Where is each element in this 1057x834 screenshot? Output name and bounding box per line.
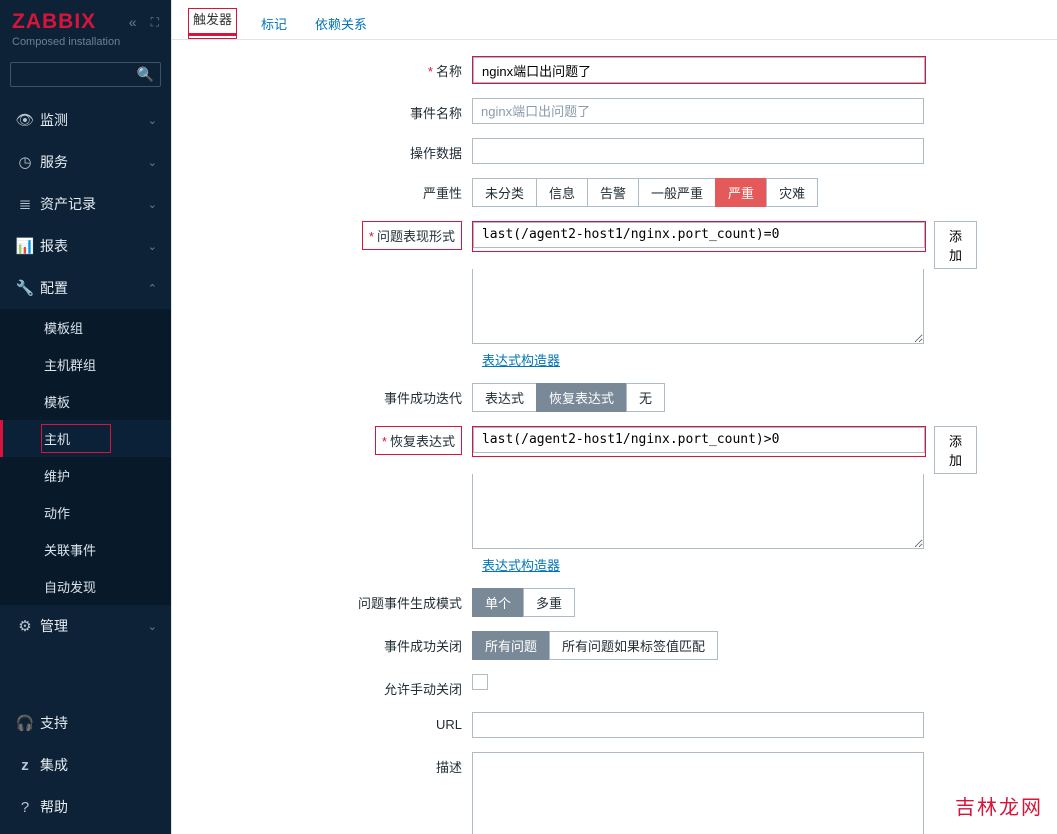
- recovery-add-button[interactable]: 添加: [934, 426, 977, 474]
- subnav-template-groups[interactable]: 模板组: [0, 309, 171, 346]
- es-none[interactable]: 无: [626, 383, 665, 412]
- subnav-maintenance[interactable]: 维护: [0, 457, 171, 494]
- expression-label: 问题表现形式: [377, 229, 455, 244]
- nav-services[interactable]: ◷服务⌄: [0, 141, 171, 183]
- manual-close-label: 允许手动关闭: [192, 674, 472, 698]
- expression-input[interactable]: [473, 222, 925, 248]
- chevron-down-icon: ⌄: [148, 198, 157, 211]
- subnav-hosts[interactable]: 主机: [0, 420, 171, 457]
- chart-icon: 📊: [14, 237, 36, 255]
- es-recovery[interactable]: 恢复表达式: [536, 383, 627, 412]
- chevron-down-icon: ⌄: [148, 620, 157, 633]
- url-input[interactable]: [472, 712, 924, 738]
- sidebar-header: ZABBIX « ⛶ Composed installation: [0, 0, 171, 54]
- event-name-input[interactable]: [472, 98, 924, 124]
- chevron-down-icon: ⌄: [148, 240, 157, 253]
- search-icon[interactable]: 🔍: [137, 66, 154, 83]
- nav-reports[interactable]: 📊报表⌄: [0, 225, 171, 267]
- sev-warning[interactable]: 告警: [587, 178, 639, 207]
- tab-dependencies[interactable]: 依赖关系: [311, 8, 371, 39]
- tab-tags[interactable]: 标记: [257, 8, 291, 39]
- opdata-label: 操作数据: [192, 138, 472, 162]
- config-subnav: 模板组 主机群组 模板 主机 维护 动作 关联事件 自动发现: [0, 309, 171, 605]
- url-label: URL: [192, 712, 472, 732]
- subnav-host-groups[interactable]: 主机群组: [0, 346, 171, 383]
- event-success-group: 表达式 恢复表达式 无: [472, 383, 665, 412]
- headset-icon: 🎧: [14, 714, 36, 732]
- subnav-correlation[interactable]: 关联事件: [0, 531, 171, 568]
- search-field[interactable]: [17, 68, 137, 82]
- sidebar-footer: 🎧支持 z集成 ?帮助: [0, 702, 171, 834]
- gauge-icon: ◷: [14, 153, 36, 171]
- event-name-label: 事件名称: [192, 98, 472, 122]
- es-expression[interactable]: 表达式: [472, 383, 537, 412]
- expression-builder-link[interactable]: 表达式构造器: [482, 350, 560, 369]
- nav-inventory[interactable]: ≣资产记录⌄: [0, 183, 171, 225]
- gear-icon: ⚙: [14, 617, 36, 635]
- chevron-up-icon: ⌃: [148, 282, 157, 295]
- main-nav: 👁监测⌄ ◷服务⌄ ≣资产记录⌄ 📊报表⌄ 🔧配置⌃ 模板组 主机群组 模板 主…: [0, 99, 171, 702]
- trigger-form: *名称 事件名称 操作数据 严重性 未分类 信息 告警 一般严重: [172, 40, 1057, 834]
- expression-area[interactable]: [472, 269, 924, 344]
- main-content: 触发器 标记 依赖关系 *名称 事件名称 操作数据 严重性 未分类: [171, 0, 1057, 834]
- foot-integrations[interactable]: z集成: [0, 744, 171, 786]
- chevron-down-icon: ⌄: [148, 156, 157, 169]
- manual-close-checkbox[interactable]: [472, 674, 488, 690]
- sidebar: ZABBIX « ⛶ Composed installation 🔍 👁监测⌄ …: [0, 0, 171, 834]
- problem-mode-label: 问题事件生成模式: [192, 588, 472, 612]
- help-icon: ?: [14, 799, 36, 816]
- recovery-expr-label: 恢复表达式: [390, 434, 455, 449]
- tab-trigger-highlight: 触发器: [188, 8, 237, 39]
- sev-high[interactable]: 严重: [715, 178, 767, 207]
- list-icon: ≣: [14, 195, 36, 213]
- sev-disaster[interactable]: 灾难: [766, 178, 818, 207]
- oc-tag-match[interactable]: 所有问题如果标签值匹配: [549, 631, 718, 660]
- nav-administration[interactable]: ⚙管理⌄: [0, 605, 171, 647]
- severity-label: 严重性: [192, 178, 472, 202]
- search-input[interactable]: 🔍: [10, 62, 161, 87]
- z-icon: z: [14, 757, 36, 774]
- problem-mode-group: 单个 多重: [472, 588, 575, 617]
- nav-configuration[interactable]: 🔧配置⌃: [0, 267, 171, 309]
- desc-label: 描述: [192, 752, 472, 776]
- nav-monitoring[interactable]: 👁监测⌄: [0, 99, 171, 141]
- subnav-discovery[interactable]: 自动发现: [0, 568, 171, 605]
- sev-info[interactable]: 信息: [536, 178, 588, 207]
- sev-not-classified[interactable]: 未分类: [472, 178, 537, 207]
- expression-add-button[interactable]: 添加: [934, 221, 977, 269]
- recovery-expr-builder-link[interactable]: 表达式构造器: [482, 555, 560, 574]
- pm-multiple[interactable]: 多重: [523, 588, 575, 617]
- desc-input[interactable]: [472, 752, 924, 834]
- ok-close-group: 所有问题 所有问题如果标签值匹配: [472, 631, 718, 660]
- ok-close-label: 事件成功关闭: [192, 631, 472, 655]
- subnav-actions[interactable]: 动作: [0, 494, 171, 531]
- chevron-down-icon: ⌄: [148, 114, 157, 127]
- opdata-input[interactable]: [472, 138, 924, 164]
- oc-all[interactable]: 所有问题: [472, 631, 550, 660]
- logo: ZABBIX: [12, 10, 96, 34]
- tab-trigger[interactable]: 触发器: [189, 6, 236, 36]
- subtitle: Composed installation: [12, 36, 159, 48]
- subnav-templates[interactable]: 模板: [0, 383, 171, 420]
- event-success-label: 事件成功迭代: [192, 383, 472, 407]
- foot-help[interactable]: ?帮助: [0, 786, 171, 828]
- recovery-expr-area[interactable]: [472, 474, 924, 549]
- foot-support[interactable]: 🎧支持: [0, 702, 171, 744]
- pm-single[interactable]: 单个: [472, 588, 524, 617]
- watermark: 吉林龙网: [955, 791, 1043, 820]
- eye-icon: 👁: [14, 111, 36, 129]
- name-input[interactable]: [473, 57, 925, 83]
- tab-bar: 触发器 标记 依赖关系: [172, 0, 1057, 40]
- wrench-icon: 🔧: [14, 279, 36, 297]
- collapse-icon[interactable]: «: [129, 14, 137, 30]
- fullscreen-icon[interactable]: ⛶: [151, 15, 159, 30]
- sev-average[interactable]: 一般严重: [638, 178, 716, 207]
- name-label: *名称: [192, 56, 472, 80]
- severity-group: 未分类 信息 告警 一般严重 严重 灾难: [472, 178, 818, 207]
- recovery-expr-input[interactable]: [473, 427, 925, 453]
